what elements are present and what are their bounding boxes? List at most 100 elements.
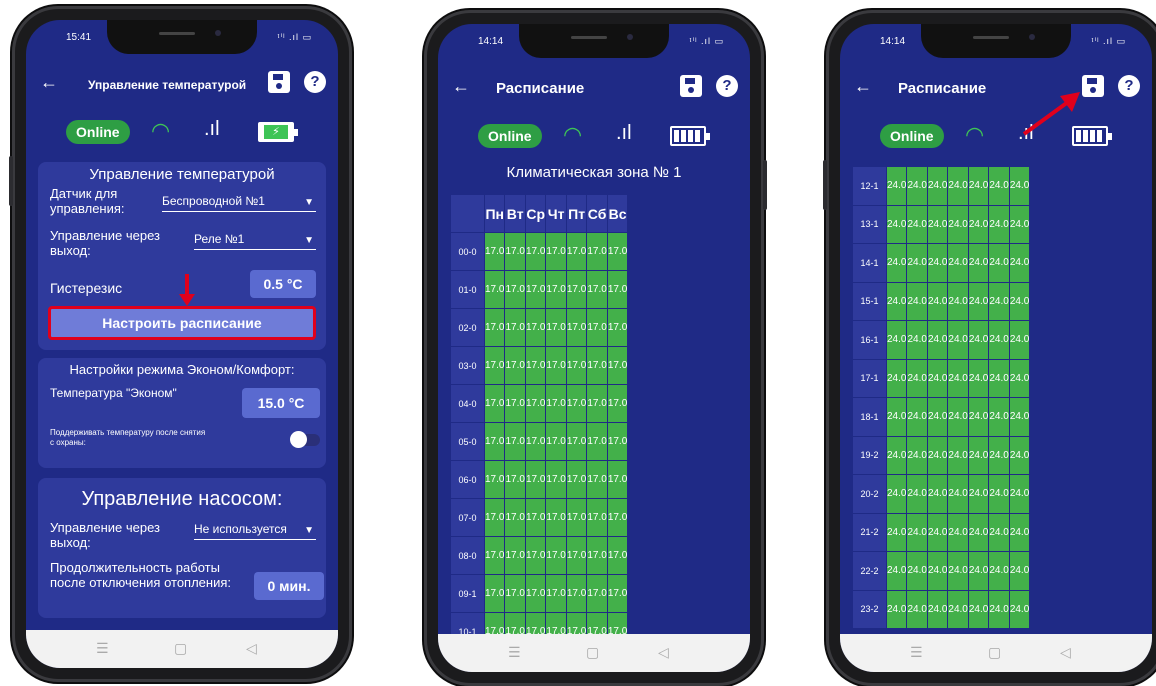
temperature-cell[interactable]: 24.0 [885, 589, 908, 629]
temperature-cell[interactable]: 17.0 [565, 270, 588, 309]
temperature-cell[interactable]: 24.0 [926, 512, 949, 552]
temperature-cell[interactable]: 17.0 [524, 384, 547, 423]
temperature-cell[interactable]: 24.0 [906, 435, 928, 475]
hour-label[interactable]: 19-2 [852, 435, 887, 475]
temperature-cell[interactable]: 17.0 [606, 232, 629, 271]
pump-output-select[interactable]: Не используется ▼ [194, 522, 316, 540]
home-icon[interactable]: ▢ [988, 644, 1001, 661]
temperature-cell[interactable]: 24.0 [906, 320, 928, 360]
temperature-cell[interactable]: 24.0 [906, 358, 928, 398]
temperature-cell[interactable]: 17.0 [545, 270, 567, 309]
temperature-cell[interactable]: 17.0 [606, 536, 629, 575]
back-icon[interactable]: ◁ [658, 644, 669, 661]
temperature-cell[interactable]: 24.0 [947, 512, 969, 552]
sensor-select[interactable]: Беспроводной №1 ▼ [162, 194, 316, 212]
temperature-cell[interactable]: 17.0 [483, 498, 506, 537]
hour-label[interactable]: 07-0 [450, 498, 485, 537]
temperature-cell[interactable]: 17.0 [565, 308, 588, 347]
hour-label[interactable]: 17-1 [852, 358, 887, 398]
temperature-cell[interactable]: 17.0 [504, 270, 526, 309]
day-header[interactable]: Вс [606, 194, 629, 233]
temperature-cell[interactable]: 17.0 [504, 574, 526, 613]
hysteresis-value[interactable]: 0.5 °C [250, 270, 316, 298]
temperature-cell[interactable]: 24.0 [885, 435, 908, 475]
temperature-cell[interactable]: 17.0 [524, 346, 547, 385]
temperature-cell[interactable]: 24.0 [1008, 512, 1031, 552]
temperature-cell[interactable]: 17.0 [504, 232, 526, 271]
menu-icon[interactable]: ☰ [508, 644, 521, 661]
day-header[interactable]: Пт [565, 194, 588, 233]
day-header[interactable]: Вт [504, 194, 526, 233]
temperature-cell[interactable]: 24.0 [988, 551, 1010, 591]
hour-label[interactable]: 23-2 [852, 589, 887, 629]
temperature-cell[interactable]: 24.0 [967, 435, 990, 475]
day-header[interactable]: Чт [545, 194, 567, 233]
temperature-cell[interactable]: 17.0 [524, 460, 547, 499]
temperature-cell[interactable]: 24.0 [988, 281, 1010, 321]
temperature-cell[interactable]: 17.0 [483, 460, 506, 499]
temperature-cell[interactable]: 24.0 [967, 358, 990, 398]
back-arrow-icon[interactable]: ← [452, 76, 470, 97]
temperature-cell[interactable]: 24.0 [967, 589, 990, 629]
temperature-cell[interactable]: 17.0 [545, 498, 567, 537]
temperature-cell[interactable]: 24.0 [885, 166, 908, 206]
temperature-cell[interactable]: 17.0 [606, 308, 629, 347]
temperature-cell[interactable]: 17.0 [504, 460, 526, 499]
temperature-cell[interactable]: 17.0 [606, 574, 629, 613]
temperature-cell[interactable]: 17.0 [545, 384, 567, 423]
temperature-cell[interactable]: 24.0 [947, 474, 969, 514]
temperature-cell[interactable]: 17.0 [545, 574, 567, 613]
temperature-cell[interactable]: 17.0 [524, 574, 547, 613]
temperature-cell[interactable]: 24.0 [988, 512, 1010, 552]
temperature-cell[interactable]: 24.0 [988, 204, 1010, 244]
temperature-cell[interactable]: 17.0 [504, 384, 526, 423]
output-select[interactable]: Реле №1 ▼ [194, 232, 316, 250]
temperature-cell[interactable]: 17.0 [545, 536, 567, 575]
temperature-cell[interactable]: 17.0 [606, 346, 629, 385]
menu-icon[interactable]: ☰ [910, 644, 923, 661]
temperature-cell[interactable]: 24.0 [885, 320, 908, 360]
temperature-cell[interactable]: 24.0 [967, 204, 990, 244]
save-icon[interactable] [268, 71, 290, 93]
hour-label[interactable]: 02-0 [450, 308, 485, 347]
temperature-cell[interactable]: 24.0 [926, 243, 949, 283]
temperature-cell[interactable]: 17.0 [565, 574, 588, 613]
hour-label[interactable]: 22-2 [852, 551, 887, 591]
help-icon[interactable]: ? [1118, 75, 1140, 97]
hour-label[interactable]: 04-0 [450, 384, 485, 423]
temperature-cell[interactable]: 24.0 [988, 166, 1010, 206]
temperature-cell[interactable]: 24.0 [885, 358, 908, 398]
back-icon[interactable]: ◁ [1060, 644, 1071, 661]
temperature-cell[interactable]: 24.0 [906, 243, 928, 283]
temperature-cell[interactable]: 17.0 [483, 422, 506, 461]
temperature-cell[interactable]: 17.0 [586, 536, 608, 575]
temperature-cell[interactable]: 24.0 [885, 204, 908, 244]
temperature-cell[interactable]: 24.0 [967, 551, 990, 591]
hour-label[interactable]: 03-0 [450, 346, 485, 385]
temperature-cell[interactable]: 24.0 [988, 435, 1010, 475]
temperature-cell[interactable]: 24.0 [988, 320, 1010, 360]
back-arrow-icon[interactable]: ← [854, 76, 872, 97]
temperature-cell[interactable]: 24.0 [967, 397, 990, 437]
temperature-cell[interactable]: 24.0 [885, 551, 908, 591]
temperature-cell[interactable]: 24.0 [967, 281, 990, 321]
temperature-cell[interactable]: 17.0 [483, 574, 506, 613]
temperature-cell[interactable]: 24.0 [926, 358, 949, 398]
hour-label[interactable]: 21-2 [852, 512, 887, 552]
temperature-cell[interactable]: 17.0 [483, 536, 506, 575]
temperature-cell[interactable]: 24.0 [1008, 243, 1031, 283]
temperature-cell[interactable]: 17.0 [565, 232, 588, 271]
hour-label[interactable]: 16-1 [852, 320, 887, 360]
temperature-cell[interactable]: 17.0 [586, 574, 608, 613]
temperature-cell[interactable]: 24.0 [926, 166, 949, 206]
back-arrow-icon[interactable]: ← [40, 72, 58, 93]
temperature-cell[interactable]: 17.0 [565, 346, 588, 385]
temperature-cell[interactable]: 24.0 [988, 397, 1010, 437]
temperature-cell[interactable]: 17.0 [565, 460, 588, 499]
hour-label[interactable]: 00-0 [450, 232, 485, 271]
temperature-cell[interactable]: 17.0 [483, 346, 506, 385]
temperature-cell[interactable]: 24.0 [885, 512, 908, 552]
temperature-cell[interactable]: 17.0 [545, 422, 567, 461]
temperature-cell[interactable]: 24.0 [947, 589, 969, 629]
hour-label[interactable]: 08-0 [450, 536, 485, 575]
